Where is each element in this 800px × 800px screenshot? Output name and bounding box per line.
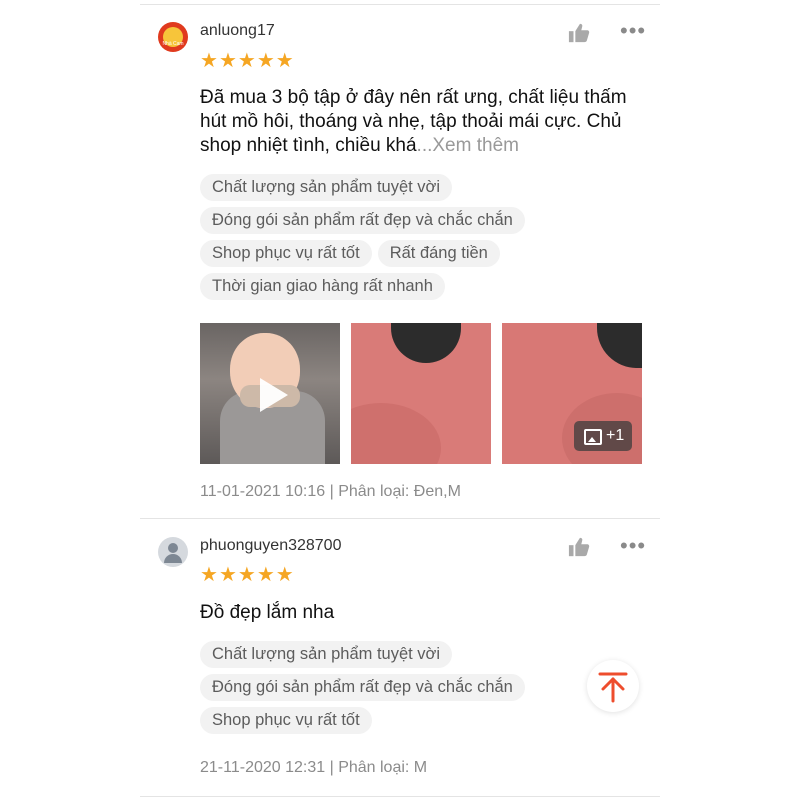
play-icon[interactable] — [260, 378, 288, 412]
star-icon: ★ — [218, 564, 237, 586]
star-icon: ★ — [200, 564, 218, 586]
default-avatar-icon — [168, 543, 178, 553]
star-icon: ★ — [237, 564, 256, 586]
photo-thumbnail[interactable]: +1 — [502, 323, 642, 464]
more-media-badge[interactable]: +1 — [574, 421, 632, 451]
scroll-to-top-button[interactable] — [587, 660, 639, 712]
review-text-body: Đã mua 3 bộ tập ở đây nên rất ưng, chất … — [200, 87, 627, 156]
star-icon: ★ — [256, 564, 275, 586]
review-tag: Chất lượng sản phẩm tuyệt vời — [200, 641, 453, 668]
avatar[interactable] — [158, 537, 188, 567]
rating-stars: ★★★★★ — [200, 51, 295, 71]
star-icon: ★ — [256, 50, 275, 72]
review-tag: Rất đáng tiền — [377, 240, 500, 267]
avatar[interactable]: Nhà Cam — [158, 22, 188, 52]
rating-stars: ★★★★★ — [200, 565, 295, 585]
review-tag: Shop phục vụ rất tốt — [200, 240, 372, 267]
review-tag: Chất lượng sản phẩm tuyệt vời — [200, 174, 453, 201]
review-tag: Thời gian giao hàng rất nhanh — [200, 273, 445, 300]
arrow-up-to-top-icon — [598, 672, 628, 703]
shirt-collar — [597, 323, 642, 368]
review-text: Đã mua 3 bộ tập ở đây nên rất ưng, chất … — [200, 86, 640, 158]
more-media-count: +1 — [606, 427, 625, 444]
thumbs-up-icon[interactable] — [568, 536, 590, 558]
shirt-fold — [351, 403, 441, 464]
thumbs-up-icon[interactable] — [568, 22, 590, 44]
review-tags: Chất lượng sản phẩm tuyệt vời Đóng gói s… — [200, 174, 640, 306]
star-icon: ★ — [275, 50, 294, 72]
more-dots-icon[interactable]: ••• — [620, 18, 646, 44]
username[interactable]: phuonguyen328700 — [200, 537, 341, 555]
divider — [140, 4, 660, 5]
review-meta: 11-01-2021 10:16 | Phân loại: Đen,M — [200, 483, 461, 500]
star-icon: ★ — [237, 50, 256, 72]
more-dots-icon[interactable]: ••• — [620, 533, 646, 559]
star-icon: ★ — [275, 564, 294, 586]
default-avatar-body — [164, 554, 182, 563]
review-tags: Chất lượng sản phẩm tuyệt vời Đóng gói s… — [200, 641, 640, 740]
photo-thumbnail[interactable] — [351, 323, 491, 464]
shirt-collar — [391, 323, 461, 363]
reviews-list: Nhà Cam anluong17 ••• ★★★★★ Đã mua 3 bộ … — [140, 0, 660, 800]
divider — [140, 518, 660, 519]
username[interactable]: anluong17 — [200, 22, 275, 40]
divider — [140, 796, 660, 797]
video-thumbnail[interactable] — [200, 323, 340, 464]
review-tag: Shop phục vụ rất tốt — [200, 707, 372, 734]
review-tag: Đóng gói sản phẩm rất đẹp và chắc chắn — [200, 674, 525, 701]
logo-text: Nhà Cam — [162, 41, 184, 47]
star-icon: ★ — [200, 50, 218, 72]
review-meta: 21-11-2020 12:31 | Phân loại: M — [200, 759, 428, 776]
review-tag: Đóng gói sản phẩm rất đẹp và chắc chắn — [200, 207, 525, 234]
star-icon: ★ — [218, 50, 237, 72]
review-text: Đồ đẹp lắm nha — [200, 602, 335, 623]
image-icon — [584, 429, 602, 445]
see-more-link[interactable]: ...Xem thêm — [417, 135, 519, 156]
review-media: +1 — [200, 323, 643, 464]
